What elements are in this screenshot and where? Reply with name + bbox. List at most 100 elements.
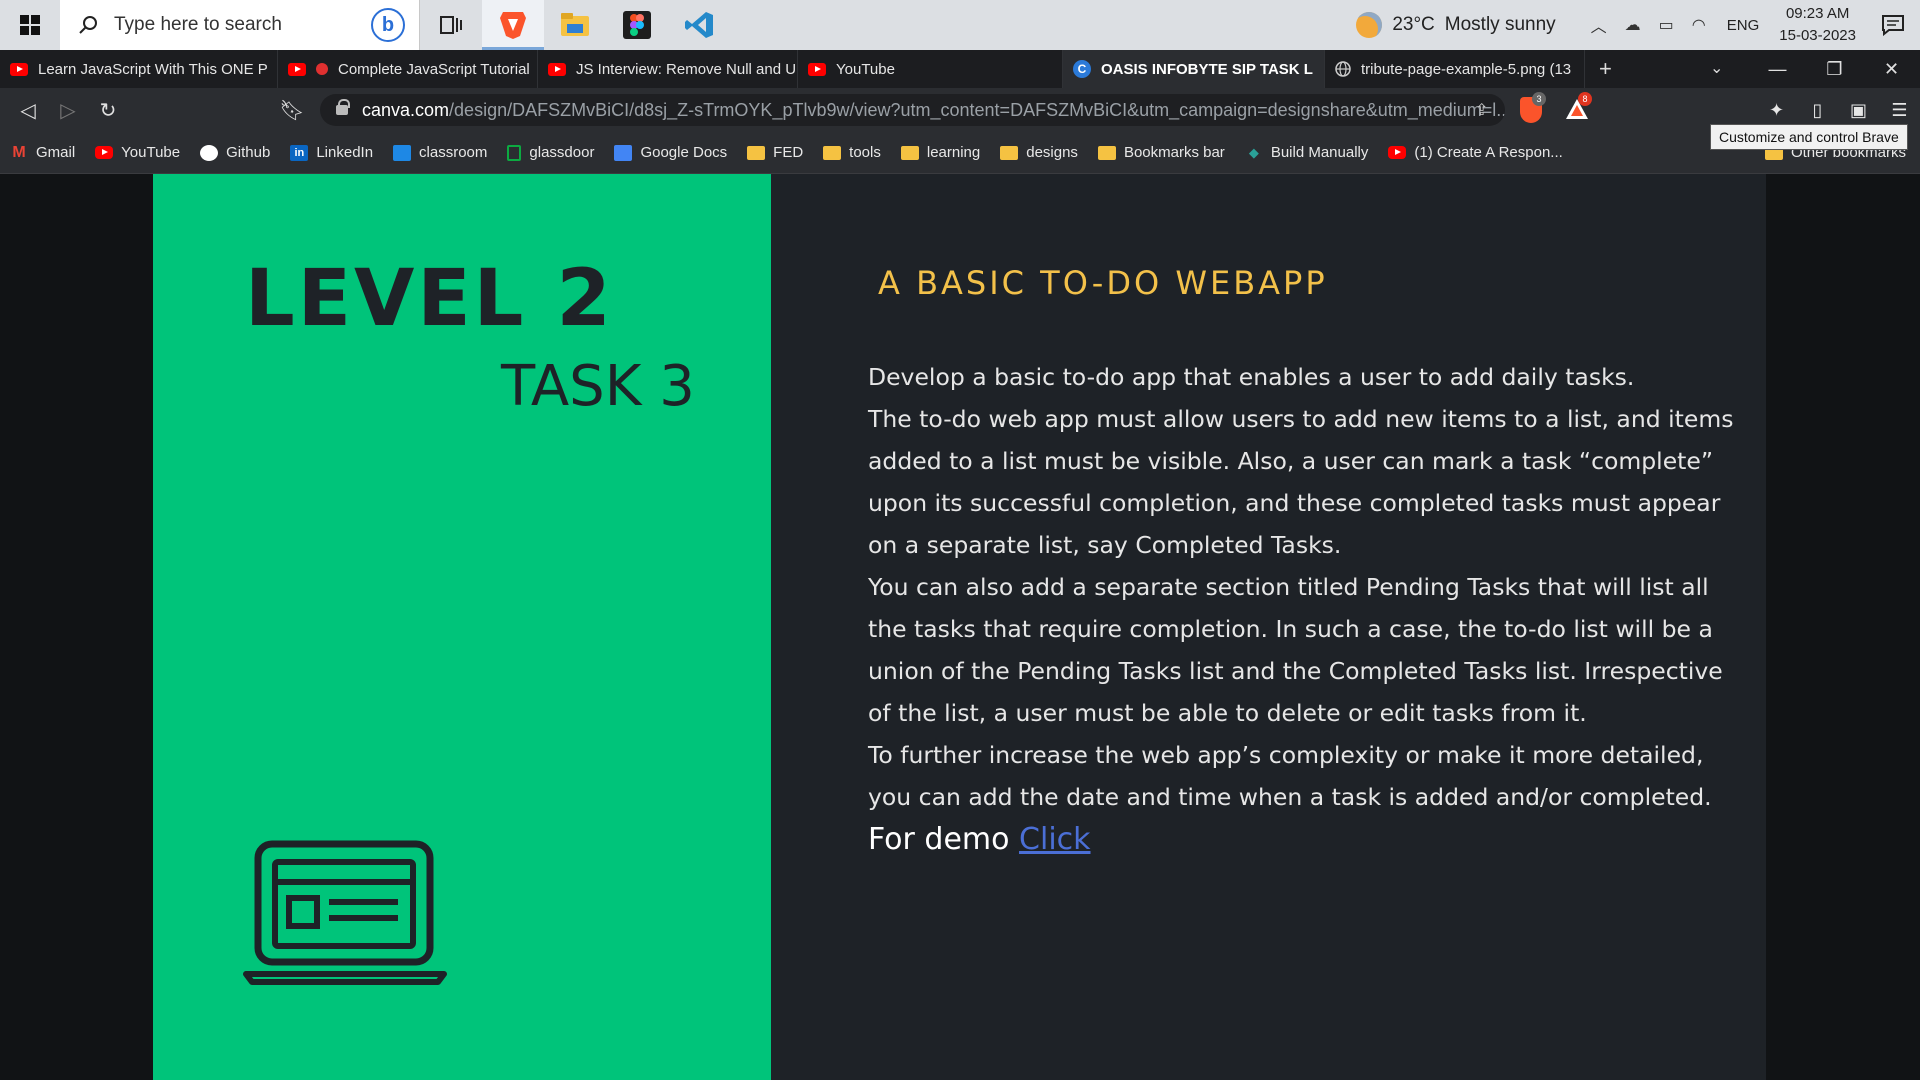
task-view-icon xyxy=(440,16,462,34)
bookmark-folder-bookmarks-bar[interactable]: Bookmarks bar xyxy=(1097,144,1225,161)
search-icon xyxy=(79,16,97,34)
youtube-icon xyxy=(10,62,28,76)
back-button[interactable]: ◁ xyxy=(8,88,48,132)
google-docs-icon xyxy=(614,144,633,161)
reload-button[interactable]: ↻ xyxy=(88,88,128,132)
bookmark-youtube[interactable]: YouTube xyxy=(95,144,180,161)
onedrive-cloud-icon[interactable]: ☁ xyxy=(1625,15,1641,35)
bookmark-label: YouTube xyxy=(121,144,181,161)
bing-icon[interactable]: b xyxy=(371,8,405,42)
bookmark-label: learning xyxy=(926,144,981,161)
taskbar-brave-button[interactable] xyxy=(482,0,544,50)
windows-start-button[interactable] xyxy=(0,0,60,50)
tab-title: OASIS INFOBYTE SIP TASK L xyxy=(1101,60,1313,78)
sidebar-toggle-icon[interactable]: ▯ xyxy=(1797,100,1838,121)
file-explorer-icon xyxy=(561,13,589,36)
tab-title: tribute-page-example-5.png (13 xyxy=(1361,60,1572,78)
forward-button[interactable]: ▷ xyxy=(48,88,88,132)
windows-taskbar: Type here to search b 23°C Mostly sunny … xyxy=(0,0,1920,50)
close-window-button[interactable]: ✕ xyxy=(1863,50,1920,88)
new-tab-button[interactable]: + xyxy=(1599,56,1612,82)
weather-widget[interactable]: 23°C Mostly sunny xyxy=(1356,12,1556,38)
bookmarks-bar: M Gmail YouTube Github in LinkedIn classro… xyxy=(0,132,1920,174)
menu-hamburger-icon[interactable]: ☰ xyxy=(1879,100,1920,121)
browser-tab[interactable]: tribute-page-example-5.png (13 xyxy=(1325,50,1585,88)
browser-tab[interactable]: JS Interview: Remove Null and Ur xyxy=(538,50,798,88)
rewards-count-badge: 8 xyxy=(1578,92,1592,106)
lock-icon xyxy=(336,99,350,115)
bookmark-folder-tools[interactable]: tools xyxy=(823,144,881,161)
folder-icon xyxy=(747,145,766,160)
language-indicator[interactable]: ENG xyxy=(1727,17,1760,34)
classroom-icon xyxy=(393,144,412,161)
task-title: TASK 3 xyxy=(501,354,695,419)
bookmark-page-icon[interactable]: 🔖︎ xyxy=(272,88,312,132)
description-line: the tasks that require completion. In su… xyxy=(868,615,1713,643)
bookmark-linkedin[interactable]: in LinkedIn xyxy=(290,144,373,161)
url-host: canva.com xyxy=(362,99,450,120)
notification-icon xyxy=(1882,15,1904,36)
clock-date: 15-03-2023 xyxy=(1779,27,1856,44)
bookmark-build-manually[interactable]: ◆ Build Manually xyxy=(1245,144,1369,161)
taskbar-search-box[interactable]: Type here to search b xyxy=(60,0,420,50)
notification-center-button[interactable] xyxy=(1876,0,1910,50)
bookmark-folder-learning[interactable]: learning xyxy=(900,144,981,161)
taskbar-file-explorer-button[interactable] xyxy=(544,0,606,50)
recording-dot-icon xyxy=(316,63,328,75)
task-heading: A BASIC TO-DO WEBAPP xyxy=(878,264,1328,302)
address-bar[interactable]: canva.com/design/DAFSZMvBiCI/d8sj_Z-sTrm… xyxy=(320,94,1505,126)
youtube-icon xyxy=(808,62,826,76)
clock-time: 09:23 AM xyxy=(1785,5,1850,22)
bookmark-folder-fed[interactable]: FED xyxy=(747,144,803,161)
brave-shields-icon[interactable]: 3 xyxy=(1520,92,1546,123)
wifi-icon[interactable]: ◠ xyxy=(1692,15,1706,35)
folder-icon xyxy=(1097,145,1116,160)
browser-tab[interactable]: Complete JavaScript Tutorial xyxy=(278,50,538,88)
github-icon xyxy=(200,144,219,161)
browser-tab[interactable]: Learn JavaScript With This ONE P xyxy=(0,50,278,88)
window-controls: — ❐ ✕ xyxy=(1749,50,1920,88)
youtube-icon xyxy=(548,62,566,76)
bookmark-google-docs[interactable]: Google Docs xyxy=(614,144,727,161)
browser-tab-active[interactable]: C OASIS INFOBYTE SIP TASK L ✕ xyxy=(1063,50,1325,88)
wallet-icon[interactable]: ▣ xyxy=(1838,100,1879,121)
browser-tab[interactable]: YouTube xyxy=(798,50,1063,88)
tab-title: YouTube xyxy=(836,60,895,78)
demo-click-link[interactable]: Click xyxy=(1019,822,1090,857)
globe-icon xyxy=(1335,61,1351,77)
tab-title: JS Interview: Remove Null and Ur xyxy=(576,60,798,78)
minimize-button[interactable]: — xyxy=(1749,50,1806,88)
bookmark-gmail[interactable]: M Gmail xyxy=(10,144,75,162)
battery-icon[interactable]: ▭ xyxy=(1659,15,1674,35)
tab-search-chevron-icon[interactable]: ⌄ xyxy=(1710,58,1723,78)
bookmark-glassdoor[interactable]: glassdoor xyxy=(507,144,594,161)
bookmark-label: FED xyxy=(773,144,804,161)
extensions-puzzle-icon[interactable]: ✦ xyxy=(1756,100,1797,121)
glassdoor-icon xyxy=(507,144,522,161)
youtube-icon xyxy=(288,62,306,76)
browser-toolbar: ◁ ▷ ↻ 🔖︎ canva.com/design/DAFSZMvBiCI/d8… xyxy=(0,88,1920,132)
share-icon[interactable]: ⇪ xyxy=(1475,100,1488,120)
description-line: on a separate list, say Completed Tasks. xyxy=(868,531,1342,559)
bookmark-folder-designs[interactable]: designs xyxy=(1000,144,1078,161)
taskbar-figma-button[interactable] xyxy=(606,0,668,50)
bookmark-github[interactable]: Github xyxy=(200,144,270,161)
chevron-up-icon[interactable]: ︿ xyxy=(1591,13,1607,37)
restore-button[interactable]: ❐ xyxy=(1806,50,1863,88)
design-slide: LEVEL 2 TASK 3 A BASIC TO-DO WEBAPP Deve… xyxy=(153,174,1766,1080)
bookmark-label: glassdoor xyxy=(529,144,595,161)
folder-icon xyxy=(900,145,919,160)
youtube-icon xyxy=(1388,146,1407,159)
weather-sun-icon xyxy=(1356,12,1383,38)
description-line: The to-do web app must allow users to ad… xyxy=(868,405,1734,433)
bookmark-classroom[interactable]: classroom xyxy=(393,144,487,161)
task-view-button[interactable] xyxy=(420,0,482,50)
demo-label: For demo xyxy=(868,822,1020,857)
bookmark-create-a-response[interactable]: (1) Create A Respon... xyxy=(1388,144,1563,161)
canva-icon: C xyxy=(1073,60,1091,78)
taskbar-vscode-button[interactable] xyxy=(668,0,730,50)
clock[interactable]: 09:23 AM 15-03-2023 xyxy=(1779,3,1856,47)
tooltip: Customize and control Brave xyxy=(1710,124,1908,150)
brave-rewards-icon[interactable]: 8 xyxy=(1565,92,1592,121)
description-line: You can also add a separate section titl… xyxy=(868,573,1709,601)
